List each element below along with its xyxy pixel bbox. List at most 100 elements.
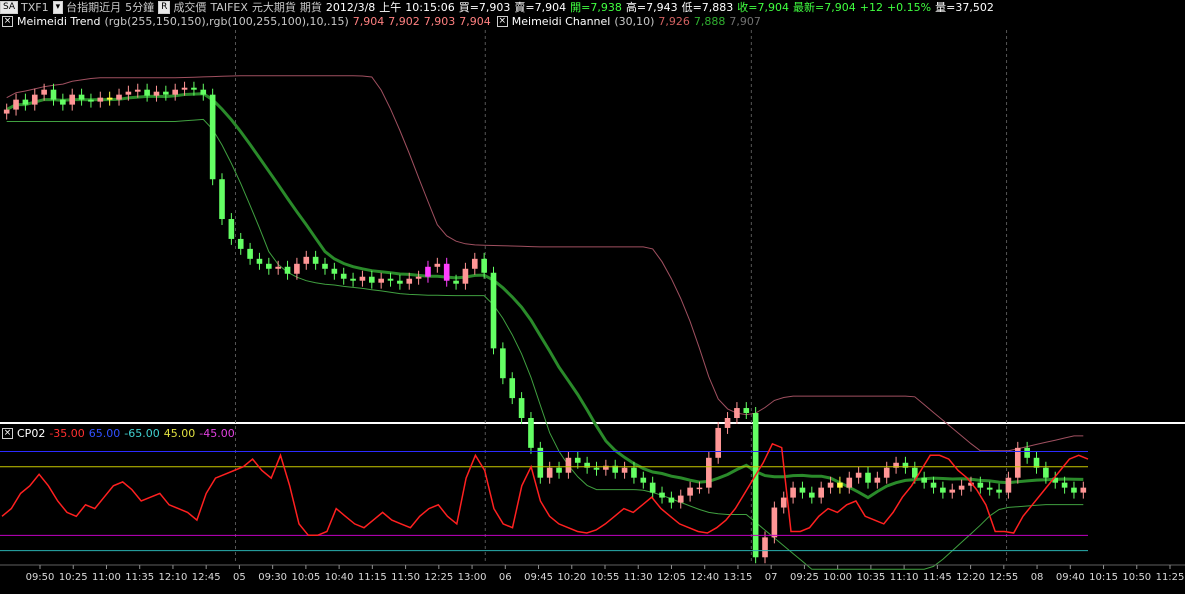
channel-upper-line — [6, 75, 1084, 452]
x-tick-label: 10:35 — [856, 572, 885, 583]
candle-body — [677, 495, 684, 503]
candle-body — [134, 89, 141, 92]
x-tick-label: 13:15 — [724, 572, 753, 583]
candle-body — [97, 97, 104, 102]
x-tick-label: 11:15 — [358, 572, 387, 583]
x-tick-label: 08 — [1031, 572, 1044, 583]
candle-body — [977, 482, 984, 488]
x-tick-label: 10:20 — [557, 572, 586, 583]
x-tick-label: 10:05 — [291, 572, 320, 583]
candle-body — [331, 268, 338, 274]
x-tick-label: 09:25 — [790, 572, 819, 583]
x-tick-label: 09:40 — [1056, 572, 1085, 583]
candle-body — [649, 482, 656, 493]
candle-body — [715, 427, 722, 458]
oscillator-line — [1, 442, 1089, 537]
candle-body — [219, 179, 225, 220]
candle-body — [546, 467, 553, 478]
candle-body — [294, 263, 300, 274]
candle-body — [518, 398, 525, 418]
candle-body — [340, 273, 347, 279]
x-tick-label: 10:00 — [823, 572, 852, 583]
candle-body — [865, 472, 871, 483]
candle-body — [874, 477, 881, 483]
candle-body — [181, 87, 188, 90]
candle-body — [846, 477, 853, 488]
trend-line — [5, 92, 1084, 500]
candle-body — [659, 492, 665, 498]
candle-body — [593, 467, 600, 470]
candle-body — [397, 280, 403, 284]
candle-body — [350, 278, 356, 281]
x-tick-label: 10:50 — [1122, 572, 1151, 583]
candle-body — [209, 94, 216, 180]
candle-body — [31, 94, 38, 105]
candle-body — [940, 487, 946, 493]
candle-body — [621, 467, 628, 473]
x-tick-label: 12:10 — [159, 572, 188, 583]
candle-body — [13, 99, 19, 110]
x-tick-label: 11:25 — [1156, 572, 1185, 583]
x-tick-label: 09:30 — [258, 572, 287, 583]
x-tick-label: 10:15 — [1089, 572, 1118, 583]
x-tick-label: 11:45 — [923, 572, 952, 583]
candle-body — [1080, 487, 1087, 493]
x-tick-label: 11:50 — [391, 572, 420, 583]
candle-body — [237, 238, 244, 249]
price-chart[interactable]: 09:50 10:25 11:00 11:35 12:10 12:45 05 09:30 10:… — [0, 0, 1185, 594]
candle-body — [116, 94, 122, 100]
x-tick-label: 09:50 — [26, 572, 55, 583]
candle-body — [266, 263, 272, 269]
candle-body — [574, 457, 581, 463]
candle-body — [22, 99, 29, 105]
candle-body — [415, 276, 422, 279]
x-tick-label: 12:40 — [690, 572, 719, 583]
candle-body — [1043, 467, 1049, 478]
candle-body — [172, 89, 179, 95]
candle-body — [200, 89, 207, 95]
candle-body — [425, 266, 431, 277]
candle-body — [106, 97, 113, 100]
candle-body — [471, 258, 478, 269]
candle-body — [706, 457, 712, 488]
candle-body — [78, 94, 85, 100]
candle-body — [125, 91, 132, 95]
candle-body — [949, 489, 956, 493]
candle-body — [509, 378, 516, 399]
x-tick-label: 10:25 — [59, 572, 88, 583]
candle-body — [537, 447, 544, 478]
candle-body — [284, 266, 291, 274]
candle-body — [434, 263, 441, 267]
candle-body — [743, 408, 750, 414]
candle-body — [921, 477, 927, 483]
candle-body — [3, 109, 10, 114]
candle-body — [359, 276, 366, 281]
candle-body — [88, 99, 94, 102]
candle-body — [818, 487, 824, 498]
candle-body — [387, 278, 394, 281]
candle-body — [406, 278, 413, 284]
candle-body — [762, 537, 768, 558]
x-tick-label: 12:45 — [192, 572, 221, 583]
candle-body — [144, 89, 150, 96]
x-tick-label: 09:45 — [524, 572, 553, 583]
candle-body — [69, 94, 76, 105]
candle-body — [256, 258, 263, 264]
candle-body — [837, 482, 843, 488]
x-tick-label: 13:00 — [458, 572, 487, 583]
x-tick-label: 12:25 — [424, 572, 453, 583]
x-tick-label: 06 — [499, 572, 512, 583]
candle-body — [771, 507, 778, 538]
candle-body — [303, 256, 310, 264]
candle-body — [462, 268, 469, 284]
candle-body — [378, 278, 384, 283]
candle-body — [724, 418, 731, 428]
x-tick-label: 11:00 — [92, 572, 121, 583]
x-tick-label: 12:20 — [956, 572, 985, 583]
candle-body — [453, 280, 459, 284]
candle-body — [322, 263, 328, 269]
candle-body — [247, 248, 253, 259]
candle-body — [986, 487, 993, 490]
x-tick-label: 10:55 — [591, 572, 620, 583]
candle-body — [191, 87, 197, 90]
